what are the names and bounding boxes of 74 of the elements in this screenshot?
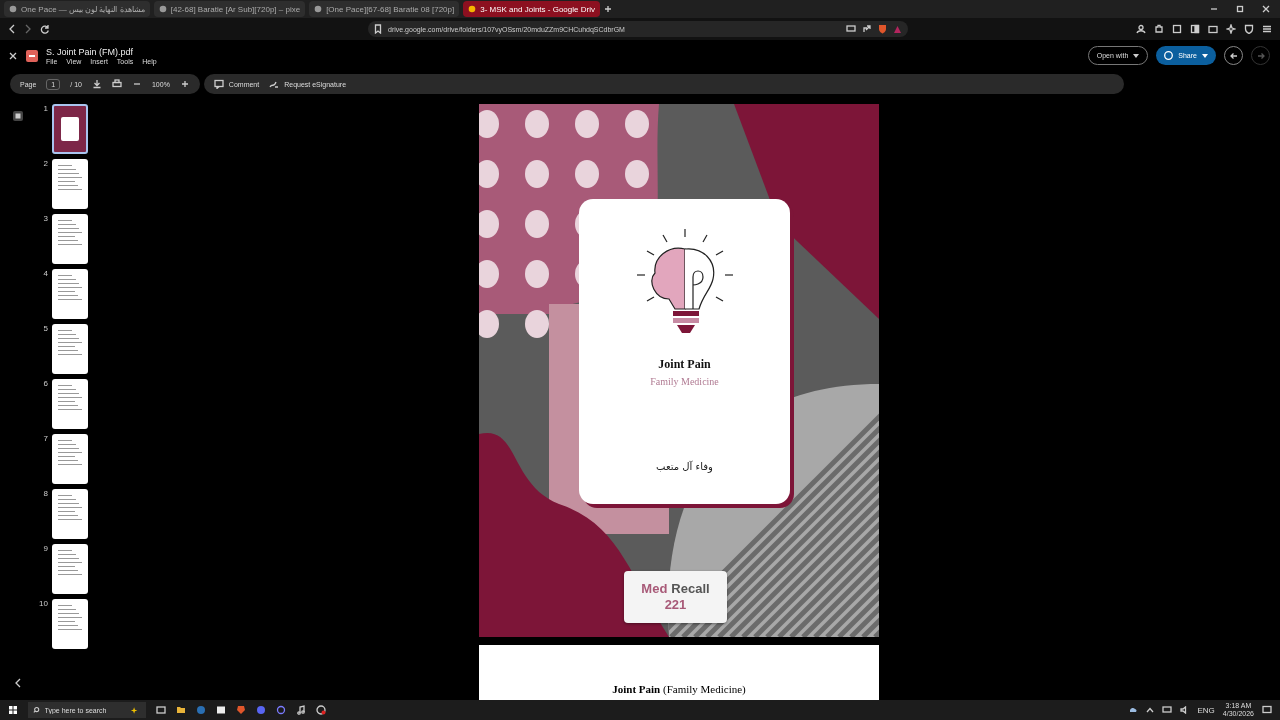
bookmark-icon[interactable] xyxy=(374,24,382,34)
recorder-app-icon[interactable] xyxy=(316,705,326,715)
page-thumbnail[interactable] xyxy=(52,434,88,484)
sidebar-icon[interactable] xyxy=(1190,24,1200,34)
page-number: 7 xyxy=(42,434,48,443)
circle-app-icon[interactable] xyxy=(276,705,286,715)
author-name: وفاء آل متعب xyxy=(656,461,713,472)
share-page-icon[interactable] xyxy=(862,24,872,34)
page-thumbnail[interactable] xyxy=(52,269,88,319)
back-icon[interactable] xyxy=(8,24,16,34)
new-tab-icon[interactable] xyxy=(603,5,612,13)
page-thumbnail[interactable] xyxy=(52,214,88,264)
folder-icon[interactable] xyxy=(176,705,186,715)
page-thumbnail[interactable] xyxy=(52,379,88,429)
browser-tab[interactable]: [One Pace][67-68] Baratie 08 [720p] xyxy=(309,1,460,17)
page-number: 8 xyxy=(42,489,48,498)
page-thumbnail[interactable] xyxy=(52,489,88,539)
page-number: 2 xyxy=(42,159,48,168)
comment-icon xyxy=(213,79,224,89)
collapse-icon[interactable] xyxy=(14,678,22,688)
profile-icon[interactable] xyxy=(1136,24,1146,34)
tab-favicon-icon xyxy=(158,5,167,13)
thumbnail-panel-icon[interactable] xyxy=(12,110,24,122)
windows-start-icon[interactable] xyxy=(8,705,18,715)
signature-icon xyxy=(269,79,280,89)
page-thumbnail[interactable] xyxy=(52,104,88,154)
page-thumbnail[interactable] xyxy=(52,324,88,374)
search-icon xyxy=(33,706,40,714)
music-app-icon[interactable] xyxy=(296,705,306,715)
maximize-icon[interactable] xyxy=(1236,5,1244,13)
vpn-shield-icon[interactable] xyxy=(1244,24,1254,34)
page-thumbnail[interactable] xyxy=(52,159,88,209)
page-heading: Joint Pain (Family Medicine) xyxy=(612,683,746,697)
reload-icon[interactable] xyxy=(40,24,50,34)
tab-favicon-icon xyxy=(468,5,477,13)
download-icon[interactable] xyxy=(91,79,102,89)
weather-icon[interactable] xyxy=(1127,705,1138,715)
browser-tab[interactable]: One Pace — مشاهدة النهاية لون بيس xyxy=(4,1,150,17)
previous-file-button[interactable] xyxy=(1224,46,1243,65)
brand-word: Med xyxy=(641,581,668,597)
sparkle-icon[interactable] xyxy=(1226,24,1236,34)
triangle-icon[interactable] xyxy=(893,24,902,34)
close-icon[interactable] xyxy=(1262,5,1270,13)
caret-icon xyxy=(1202,53,1208,58)
cover-title: Joint Pain xyxy=(658,357,711,372)
close-icon[interactable] xyxy=(8,51,18,61)
page-number: 5 xyxy=(42,324,48,333)
caret-icon xyxy=(1133,53,1140,58)
tab-favicon-icon xyxy=(314,5,323,13)
page-thumbnail[interactable] xyxy=(52,599,88,649)
left-arrow-icon xyxy=(1229,51,1238,60)
menu-icon[interactable] xyxy=(1262,24,1272,34)
page-number: 4 xyxy=(42,269,48,278)
page-number: 10 xyxy=(38,599,48,608)
chevron-up-icon[interactable] xyxy=(1145,707,1154,713)
page-thumbnail[interactable] xyxy=(52,544,88,594)
brand-word: Recall xyxy=(671,581,710,597)
page-number: 1 xyxy=(42,104,48,113)
cover-subtitle: Family Medicine xyxy=(650,376,719,387)
shield-icon[interactable] xyxy=(878,24,887,34)
language-indicator[interactable]: ENG xyxy=(1197,705,1215,715)
browser-tab[interactable]: 3- MSK and Joints - Google Driv xyxy=(463,1,600,17)
zoom-in-icon[interactable] xyxy=(179,79,190,89)
page-number: 3 xyxy=(42,214,48,223)
minimize-icon[interactable] xyxy=(1210,5,1218,13)
brand-number: 221 xyxy=(664,597,687,613)
forward-icon[interactable] xyxy=(24,24,32,34)
browser-tab[interactable]: [42-68] Baratie [Ar Sub][720p] – pixe xyxy=(153,1,306,17)
page-number: 9 xyxy=(42,544,48,553)
page-number: 6 xyxy=(42,379,48,388)
tab-favicon-icon xyxy=(9,5,17,13)
file-name: S. Joint Pain (FM).pdf xyxy=(46,47,135,57)
right-arrow-icon xyxy=(1256,51,1265,60)
print-icon[interactable] xyxy=(111,79,122,89)
